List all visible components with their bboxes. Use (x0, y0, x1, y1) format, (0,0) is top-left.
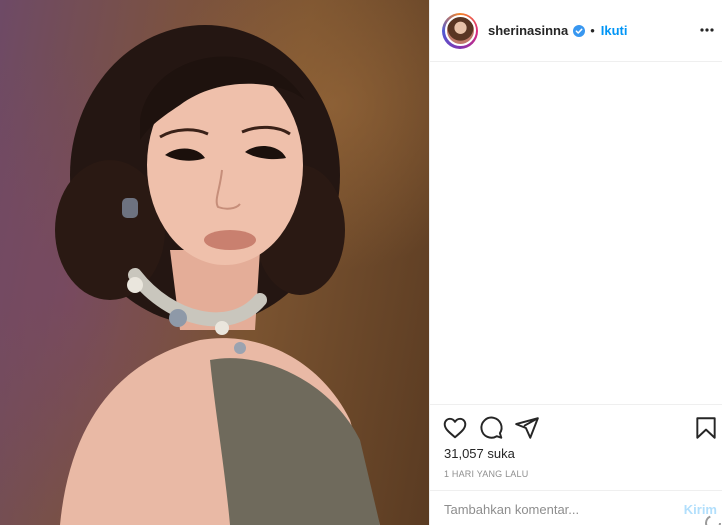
follow-button[interactable]: Ikuti (601, 23, 628, 38)
header-separator: • (590, 23, 595, 38)
post-timestamp[interactable]: 1 HARI YANG LALU (444, 469, 528, 479)
bookmark-icon[interactable] (693, 415, 719, 441)
loading-spinner-icon (705, 515, 721, 525)
comment-bar: Kirim (430, 490, 722, 525)
post-side-panel: sherinasinna • Ikuti 31,057 suka 1 HARI … (429, 0, 722, 525)
post-photo[interactable] (0, 0, 429, 525)
more-options-icon[interactable] (699, 22, 715, 38)
heart-icon[interactable] (442, 415, 468, 441)
share-icon[interactable] (514, 415, 540, 441)
avatar-story-ring[interactable] (442, 12, 478, 49)
avatar[interactable] (444, 15, 476, 46)
likes-count[interactable]: 31,057 suka (444, 446, 515, 461)
portrait-illustration (55, 25, 380, 525)
post-actions-bar (430, 404, 722, 448)
verified-badge-icon (573, 24, 586, 37)
comment-icon[interactable] (478, 415, 504, 441)
comment-input[interactable] (444, 500, 674, 518)
author-username[interactable]: sherinasinna (488, 23, 568, 38)
post-container: sherinasinna • Ikuti 31,057 suka 1 HARI … (0, 0, 722, 525)
post-header: sherinasinna • Ikuti (430, 0, 722, 62)
